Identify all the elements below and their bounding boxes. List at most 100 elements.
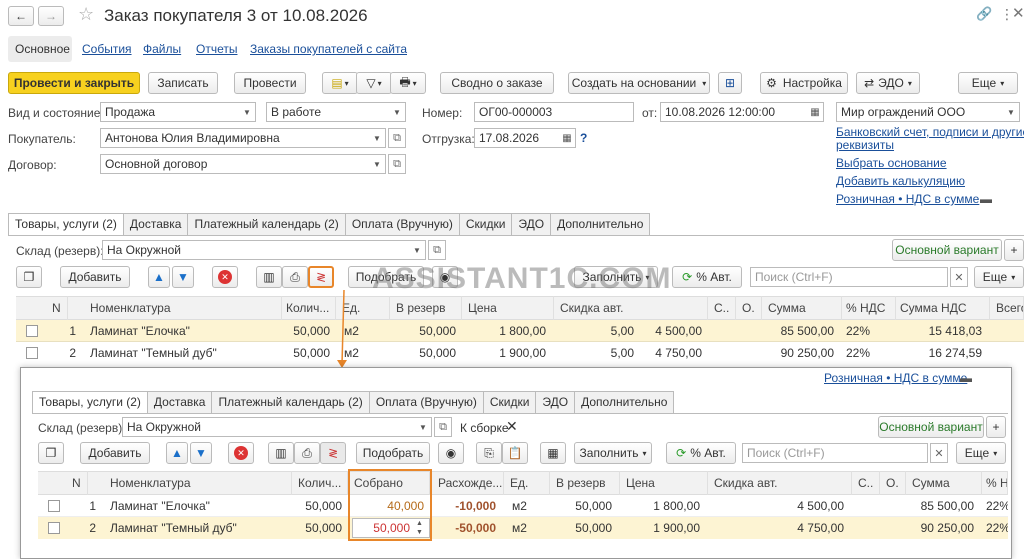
add-row-button[interactable]: Добавить — [80, 442, 150, 464]
fill-button[interactable]: Заполнить ▾ — [574, 442, 652, 464]
more-button[interactable]: Еще ▾ — [958, 72, 1018, 94]
help-icon[interactable]: ? — [580, 131, 587, 145]
discrepancy-button[interactable]: ≷ — [320, 442, 346, 464]
cell-discount-sum[interactable]: 4 500,00 — [640, 320, 706, 342]
cell-quantity[interactable]: 50,000 — [294, 517, 346, 539]
cell-vat-rate[interactable]: 22% — [842, 342, 892, 364]
barcode-button[interactable]: ▥ — [256, 266, 282, 288]
choose-basis-link[interactable]: Выбрать основание — [836, 156, 947, 170]
move-up-button[interactable]: ▲ — [148, 266, 170, 288]
cell-discount-sum[interactable]: 4 500,00 — [710, 495, 848, 517]
cell-sum[interactable]: 90 250,00 — [764, 342, 838, 364]
add-row-button[interactable]: Добавить — [60, 266, 130, 288]
delete-row-button[interactable]: ✕ — [228, 442, 254, 464]
create-based-button[interactable]: Создать на основании ▾ — [568, 72, 710, 94]
cell-unit[interactable]: м2 — [508, 517, 548, 539]
favorite-star-icon[interactable]: ☆ — [78, 4, 94, 25]
order-summary-button[interactable]: Сводно о заказе — [440, 72, 554, 94]
paste-button[interactable]: 📋 — [502, 442, 528, 464]
cell-price[interactable]: 1 900,00 — [464, 342, 550, 364]
clear-assembly-icon[interactable]: ✕ — [506, 418, 518, 435]
nav-events[interactable]: События — [82, 42, 132, 56]
search-input[interactable]: Поиск (Ctrl+F) — [742, 443, 928, 463]
cell-discrepancy[interactable]: -50,000 — [434, 517, 500, 539]
back-button[interactable]: ← — [8, 6, 34, 26]
auto-discount-button[interactable]: ⟳% Авт. — [666, 442, 736, 464]
cell-discount-sum[interactable]: 4 750,00 — [640, 342, 706, 364]
col-auto-discount[interactable]: Скидка авт. — [556, 296, 708, 320]
buyer-field[interactable]: Антонова Юлия Владимировна ▼ — [100, 128, 386, 148]
tab-discounts[interactable]: Скидки — [458, 213, 513, 235]
retail-vat-link-zoom[interactable]: Розничная • НДС в сумме — [824, 371, 967, 385]
tab-discounts[interactable]: Скидки — [482, 391, 537, 413]
cell-vat-rate[interactable]: 22% — [982, 495, 1008, 517]
print-forms-button[interactable]: ▤ ▾ — [322, 72, 358, 94]
copy-rows-button[interactable]: ❐ — [38, 442, 64, 464]
tab-payment-manual[interactable]: Оплата (Вручную) — [344, 213, 460, 235]
col-vat-rate[interactable]: % Н — [982, 471, 1008, 495]
col-unit[interactable]: Ед. — [506, 471, 550, 495]
col-quantity[interactable]: Колич... — [282, 296, 336, 320]
close-icon[interactable]: ✕ — [1012, 4, 1024, 22]
move-up-button[interactable]: ▲ — [166, 442, 188, 464]
calculator-icon[interactable]: ▬ — [960, 371, 972, 385]
cell-price[interactable]: 1 900,00 — [622, 517, 704, 539]
status-type-field[interactable]: Продажа ▼ — [100, 102, 256, 122]
col-c[interactable]: С.. — [854, 471, 880, 495]
structure-button[interactable]: ⊞ — [718, 72, 742, 94]
nav-reports[interactable]: Отчеты — [196, 42, 237, 56]
main-variant-button[interactable]: Основной вариант — [878, 416, 984, 438]
add-calculation-link[interactable]: Добавить калькуляцию — [836, 174, 965, 188]
cell-sum[interactable]: 85 500,00 — [764, 320, 838, 342]
col-n[interactable]: N — [48, 296, 68, 320]
cell-quantity[interactable]: 50,000 — [282, 320, 334, 342]
tab-edo[interactable]: ЭДО — [511, 213, 552, 235]
cell-reserve[interactable]: 50,000 — [392, 320, 460, 342]
forward-button[interactable]: → — [38, 6, 64, 26]
col-o[interactable]: О. — [738, 296, 762, 320]
filter-button[interactable]: ▽ ▾ — [356, 72, 392, 94]
col-vat-sum[interactable]: Сумма НДС — [896, 296, 990, 320]
scanner-button[interactable]: ⎙ — [282, 266, 308, 288]
col-total[interactable]: Всего — [992, 296, 1024, 320]
cell-unit[interactable]: м2 — [508, 495, 548, 517]
col-sum[interactable]: Сумма — [908, 471, 982, 495]
cell-sum[interactable]: 90 250,00 — [908, 517, 978, 539]
col-vat-rate[interactable]: % НДС — [842, 296, 896, 320]
nav-site-orders[interactable]: Заказы покупателей с сайта — [250, 42, 407, 56]
edo-button[interactable]: ⇄ ЭДО ▾ — [856, 72, 920, 94]
barcode-button[interactable]: ▥ — [268, 442, 294, 464]
delete-row-button[interactable]: ✕ — [212, 266, 238, 288]
col-price[interactable]: Цена — [464, 296, 554, 320]
tab-goods[interactable]: Товары, услуги (2) — [8, 213, 124, 236]
cell-vat-rate[interactable]: 22% — [842, 320, 892, 342]
link-icon[interactable]: 🔗 — [976, 6, 992, 22]
cell-discount-sum[interactable]: 4 750,00 — [710, 517, 848, 539]
cell-price[interactable]: 1 800,00 — [464, 320, 550, 342]
row-checkbox[interactable] — [48, 500, 60, 512]
cell-discount-pct[interactable]: 5,00 — [556, 342, 638, 364]
warehouse-field[interactable]: На Окружной ▼ — [122, 417, 432, 437]
move-down-button[interactable]: ▼ — [172, 266, 194, 288]
cell-price[interactable]: 1 800,00 — [622, 495, 704, 517]
col-n[interactable]: N — [68, 471, 88, 495]
tab-payment-calendar[interactable]: Платежный календарь (2) — [187, 213, 346, 235]
clear-search-icon[interactable]: ✕ — [950, 267, 968, 287]
search-input[interactable]: Поиск (Ctrl+F) — [750, 267, 948, 287]
shipment-field[interactable]: 17.08.2026 ▦ — [474, 128, 576, 148]
col-auto-discount[interactable]: Скидка авт. — [710, 471, 852, 495]
view-button[interactable]: ◉ — [438, 442, 464, 464]
table-more-button[interactable]: Еще ▾ — [956, 442, 1006, 464]
cell-vat-sum[interactable]: 15 418,03 — [896, 320, 986, 342]
cell-sum[interactable]: 85 500,00 — [908, 495, 978, 517]
copy-button[interactable]: ⎘ — [476, 442, 502, 464]
cell-vat-rate[interactable]: 22% — [982, 517, 1008, 539]
scanner-button[interactable]: ⎙ — [294, 442, 320, 464]
auto-discount-button[interactable]: ⟳% Авт. — [672, 266, 742, 288]
tab-payment-calendar[interactable]: Платежный календарь (2) — [211, 391, 370, 413]
nav-main[interactable]: Основное — [15, 42, 70, 56]
calc-button[interactable]: ▦ — [540, 442, 566, 464]
col-reserve[interactable]: В резерв — [552, 471, 620, 495]
col-nomenclature[interactable]: Номенклатура — [86, 296, 282, 320]
cell-reserve[interactable]: 50,000 — [392, 342, 460, 364]
